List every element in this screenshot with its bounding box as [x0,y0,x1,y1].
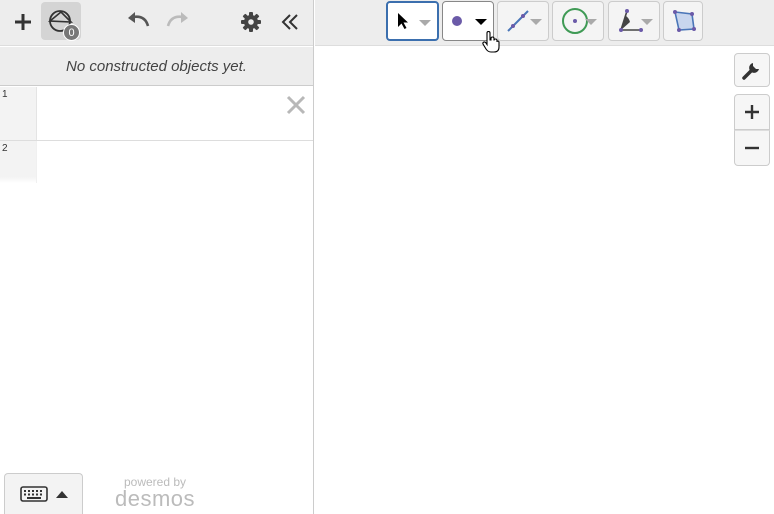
chevron-down-icon [475,19,487,25]
angle-icon [619,9,643,32]
gear-icon [241,12,261,32]
chevron-down-icon [641,19,653,25]
expression-number: 1 [2,89,8,100]
keyboard-icon [19,486,48,502]
empty-objects-message: No constructed objects yet. [0,47,313,86]
powered-by-desmos: powered by desmos [115,476,195,510]
construct-count-badge: 0 [63,24,80,41]
construct-objects-button[interactable]: 0 [41,2,81,41]
expression-gutter: 2 [0,141,37,183]
select-tool[interactable] [386,1,439,41]
minus-icon [745,146,759,150]
wrench-icon [742,63,759,80]
zoom-in-button[interactable] [734,94,770,130]
polygon-icon [673,10,696,32]
plus-icon [745,105,759,119]
polygon-tool[interactable] [663,1,703,41]
expression-number: 2 [2,143,8,154]
circle-tool[interactable] [552,1,604,41]
line-tool[interactable] [497,1,549,41]
collapse-panel-button[interactable] [274,5,306,39]
add-item-button[interactable] [6,5,40,39]
graph-settings-button[interactable] [734,53,770,87]
line-segment-icon [507,10,529,32]
plus-icon [15,14,31,30]
close-icon [286,95,306,115]
undo-button[interactable] [122,6,156,36]
settings-button[interactable] [234,5,268,39]
chevron-down-icon [530,19,542,25]
expression-toolbar: 0 [0,0,313,46]
delete-expression-button[interactable] [285,94,307,116]
hand-pointer-cursor-icon [482,31,500,53]
expression-gutter: 1 [0,87,37,140]
desmos-logo: desmos [115,486,196,511]
angle-tool[interactable] [608,1,660,41]
geometry-tools-bar [315,0,774,46]
expression-panel: 0 No constructed objects yet. 1 2 powere… [0,0,314,514]
expression-row[interactable]: 1 [0,87,313,141]
double-chevron-left-icon [281,14,298,30]
chevron-down-icon [585,19,597,25]
undo-icon [128,12,150,27]
redo-icon [166,12,188,27]
zoom-out-button[interactable] [734,130,770,166]
pointer-arrow-icon [398,13,408,29]
expression-row[interactable]: 2 [0,141,313,183]
caret-up-icon [55,491,68,498]
chevron-down-icon [419,20,431,26]
geometry-canvas[interactable] [315,47,774,514]
redo-button[interactable] [160,6,194,36]
keyboard-toggle-button[interactable] [4,473,83,514]
point-icon [452,16,462,26]
